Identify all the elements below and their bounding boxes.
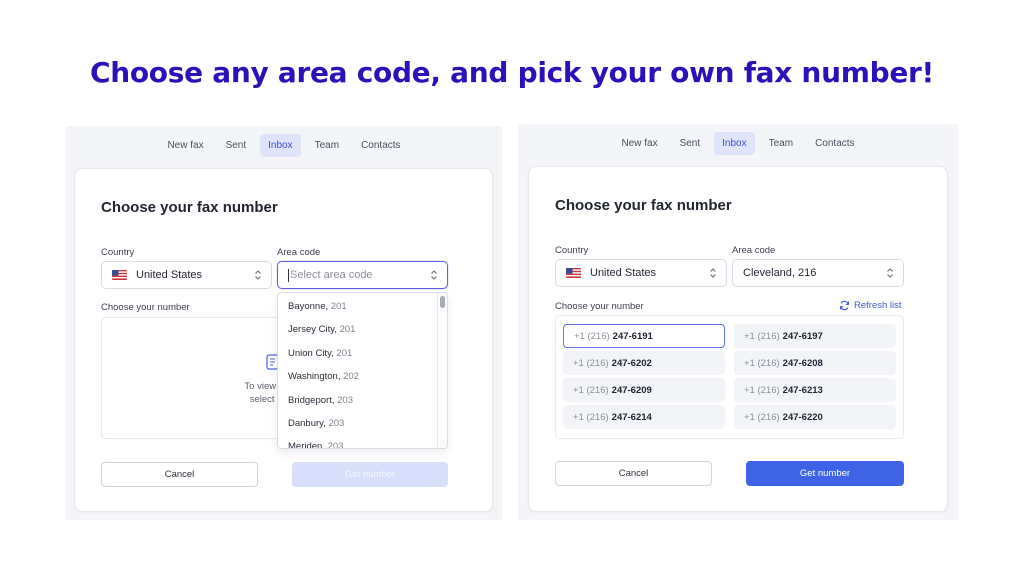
number-option[interactable]: +1 (216) 247-6202 bbox=[563, 351, 725, 375]
dropdown-option[interactable]: Union City, 201 bbox=[288, 348, 352, 359]
country-select[interactable]: United States bbox=[101, 261, 272, 289]
number-options-grid: +1 (216) 247-6191 +1 (216) 247-6197 +1 (21… bbox=[555, 315, 904, 439]
number-option[interactable]: +1 (216) 247-6213 bbox=[734, 378, 896, 402]
card-title: Choose your fax number bbox=[555, 197, 732, 214]
get-number-button[interactable]: Get number bbox=[746, 461, 904, 486]
refresh-icon bbox=[840, 300, 849, 311]
dropdown-option[interactable]: Jersey City, 201 bbox=[288, 324, 355, 335]
right-screenshot-panel: New fax Sent Inbox Team Contacts Choose … bbox=[518, 124, 958, 520]
tab-team[interactable]: Team bbox=[307, 134, 347, 157]
area-code-select[interactable]: Cleveland, 216 bbox=[732, 259, 904, 287]
cancel-button[interactable]: Cancel bbox=[555, 461, 712, 486]
tab-inbox[interactable]: Inbox bbox=[260, 134, 301, 157]
tab-team[interactable]: Team bbox=[761, 132, 801, 155]
chevron-updown-icon bbox=[431, 270, 437, 280]
tab-contacts[interactable]: Contacts bbox=[353, 134, 408, 157]
number-option[interactable]: +1 (216) 247-6220 bbox=[734, 405, 896, 429]
dropdown-scrollbar[interactable] bbox=[437, 293, 447, 448]
refresh-label: Refresh list bbox=[854, 300, 902, 311]
nav-tabs: New fax Sent Inbox Team Contacts bbox=[518, 132, 958, 155]
tab-new-fax[interactable]: New fax bbox=[613, 132, 665, 155]
country-select[interactable]: United States bbox=[555, 259, 727, 287]
dropdown-option[interactable]: Meriden, 203 bbox=[288, 441, 343, 448]
get-number-button[interactable]: Get number bbox=[292, 462, 448, 487]
number-option[interactable]: +1 (216) 247-6214 bbox=[563, 405, 725, 429]
tab-sent[interactable]: Sent bbox=[218, 134, 255, 157]
country-label: Country bbox=[555, 245, 589, 256]
dropdown-option[interactable]: Bridgeport, 203 bbox=[288, 395, 353, 406]
fax-number-card: Choose your fax number Country United St… bbox=[528, 166, 948, 512]
number-option-selected[interactable]: +1 (216) 247-6191 bbox=[563, 324, 725, 348]
tab-sent[interactable]: Sent bbox=[672, 132, 709, 155]
area-code-select[interactable]: Select area code bbox=[277, 261, 448, 289]
country-label: Country bbox=[101, 247, 135, 258]
page-headline: Choose any area code, and pick your own … bbox=[89, 56, 934, 89]
us-flag-icon bbox=[566, 268, 581, 278]
area-code-value: Cleveland, 216 bbox=[743, 267, 817, 279]
area-code-placeholder: Select area code bbox=[290, 269, 373, 281]
dropdown-option[interactable]: Danbury, 203 bbox=[288, 418, 344, 429]
card-title: Choose your fax number bbox=[101, 199, 278, 216]
fax-number-card: Choose your fax number Country United St… bbox=[74, 168, 493, 512]
dropdown-option[interactable]: Bayonne, 201 bbox=[288, 301, 347, 312]
area-code-dropdown[interactable]: Bayonne, 201 Jersey City, 201 Union City… bbox=[277, 292, 448, 449]
country-value: United States bbox=[590, 267, 657, 279]
choose-number-label: Choose your number bbox=[101, 302, 190, 313]
tab-new-fax[interactable]: New fax bbox=[159, 134, 211, 157]
country-value: United States bbox=[136, 269, 203, 281]
nav-tabs: New fax Sent Inbox Team Contacts bbox=[66, 134, 502, 157]
chevron-updown-icon bbox=[887, 268, 893, 278]
area-code-label: Area code bbox=[732, 245, 776, 256]
us-flag-icon bbox=[112, 270, 127, 280]
area-code-label: Area code bbox=[277, 247, 321, 258]
chevron-updown-icon bbox=[710, 268, 716, 278]
choose-number-label: Choose your number bbox=[555, 301, 644, 312]
refresh-list-button[interactable]: Refresh list bbox=[839, 300, 902, 311]
tab-contacts[interactable]: Contacts bbox=[807, 132, 862, 155]
scrollbar-thumb[interactable] bbox=[440, 296, 445, 308]
number-option[interactable]: +1 (216) 247-6197 bbox=[734, 324, 896, 348]
number-option[interactable]: +1 (216) 247-6208 bbox=[734, 351, 896, 375]
chevron-updown-icon bbox=[255, 270, 261, 280]
cancel-button[interactable]: Cancel bbox=[101, 462, 258, 487]
dropdown-option[interactable]: Washington, 202 bbox=[288, 371, 359, 382]
number-option[interactable]: +1 (216) 247-6209 bbox=[563, 378, 725, 402]
left-screenshot-panel: New fax Sent Inbox Team Contacts Choose … bbox=[66, 126, 502, 520]
tab-inbox[interactable]: Inbox bbox=[714, 132, 755, 155]
text-cursor bbox=[288, 268, 289, 282]
